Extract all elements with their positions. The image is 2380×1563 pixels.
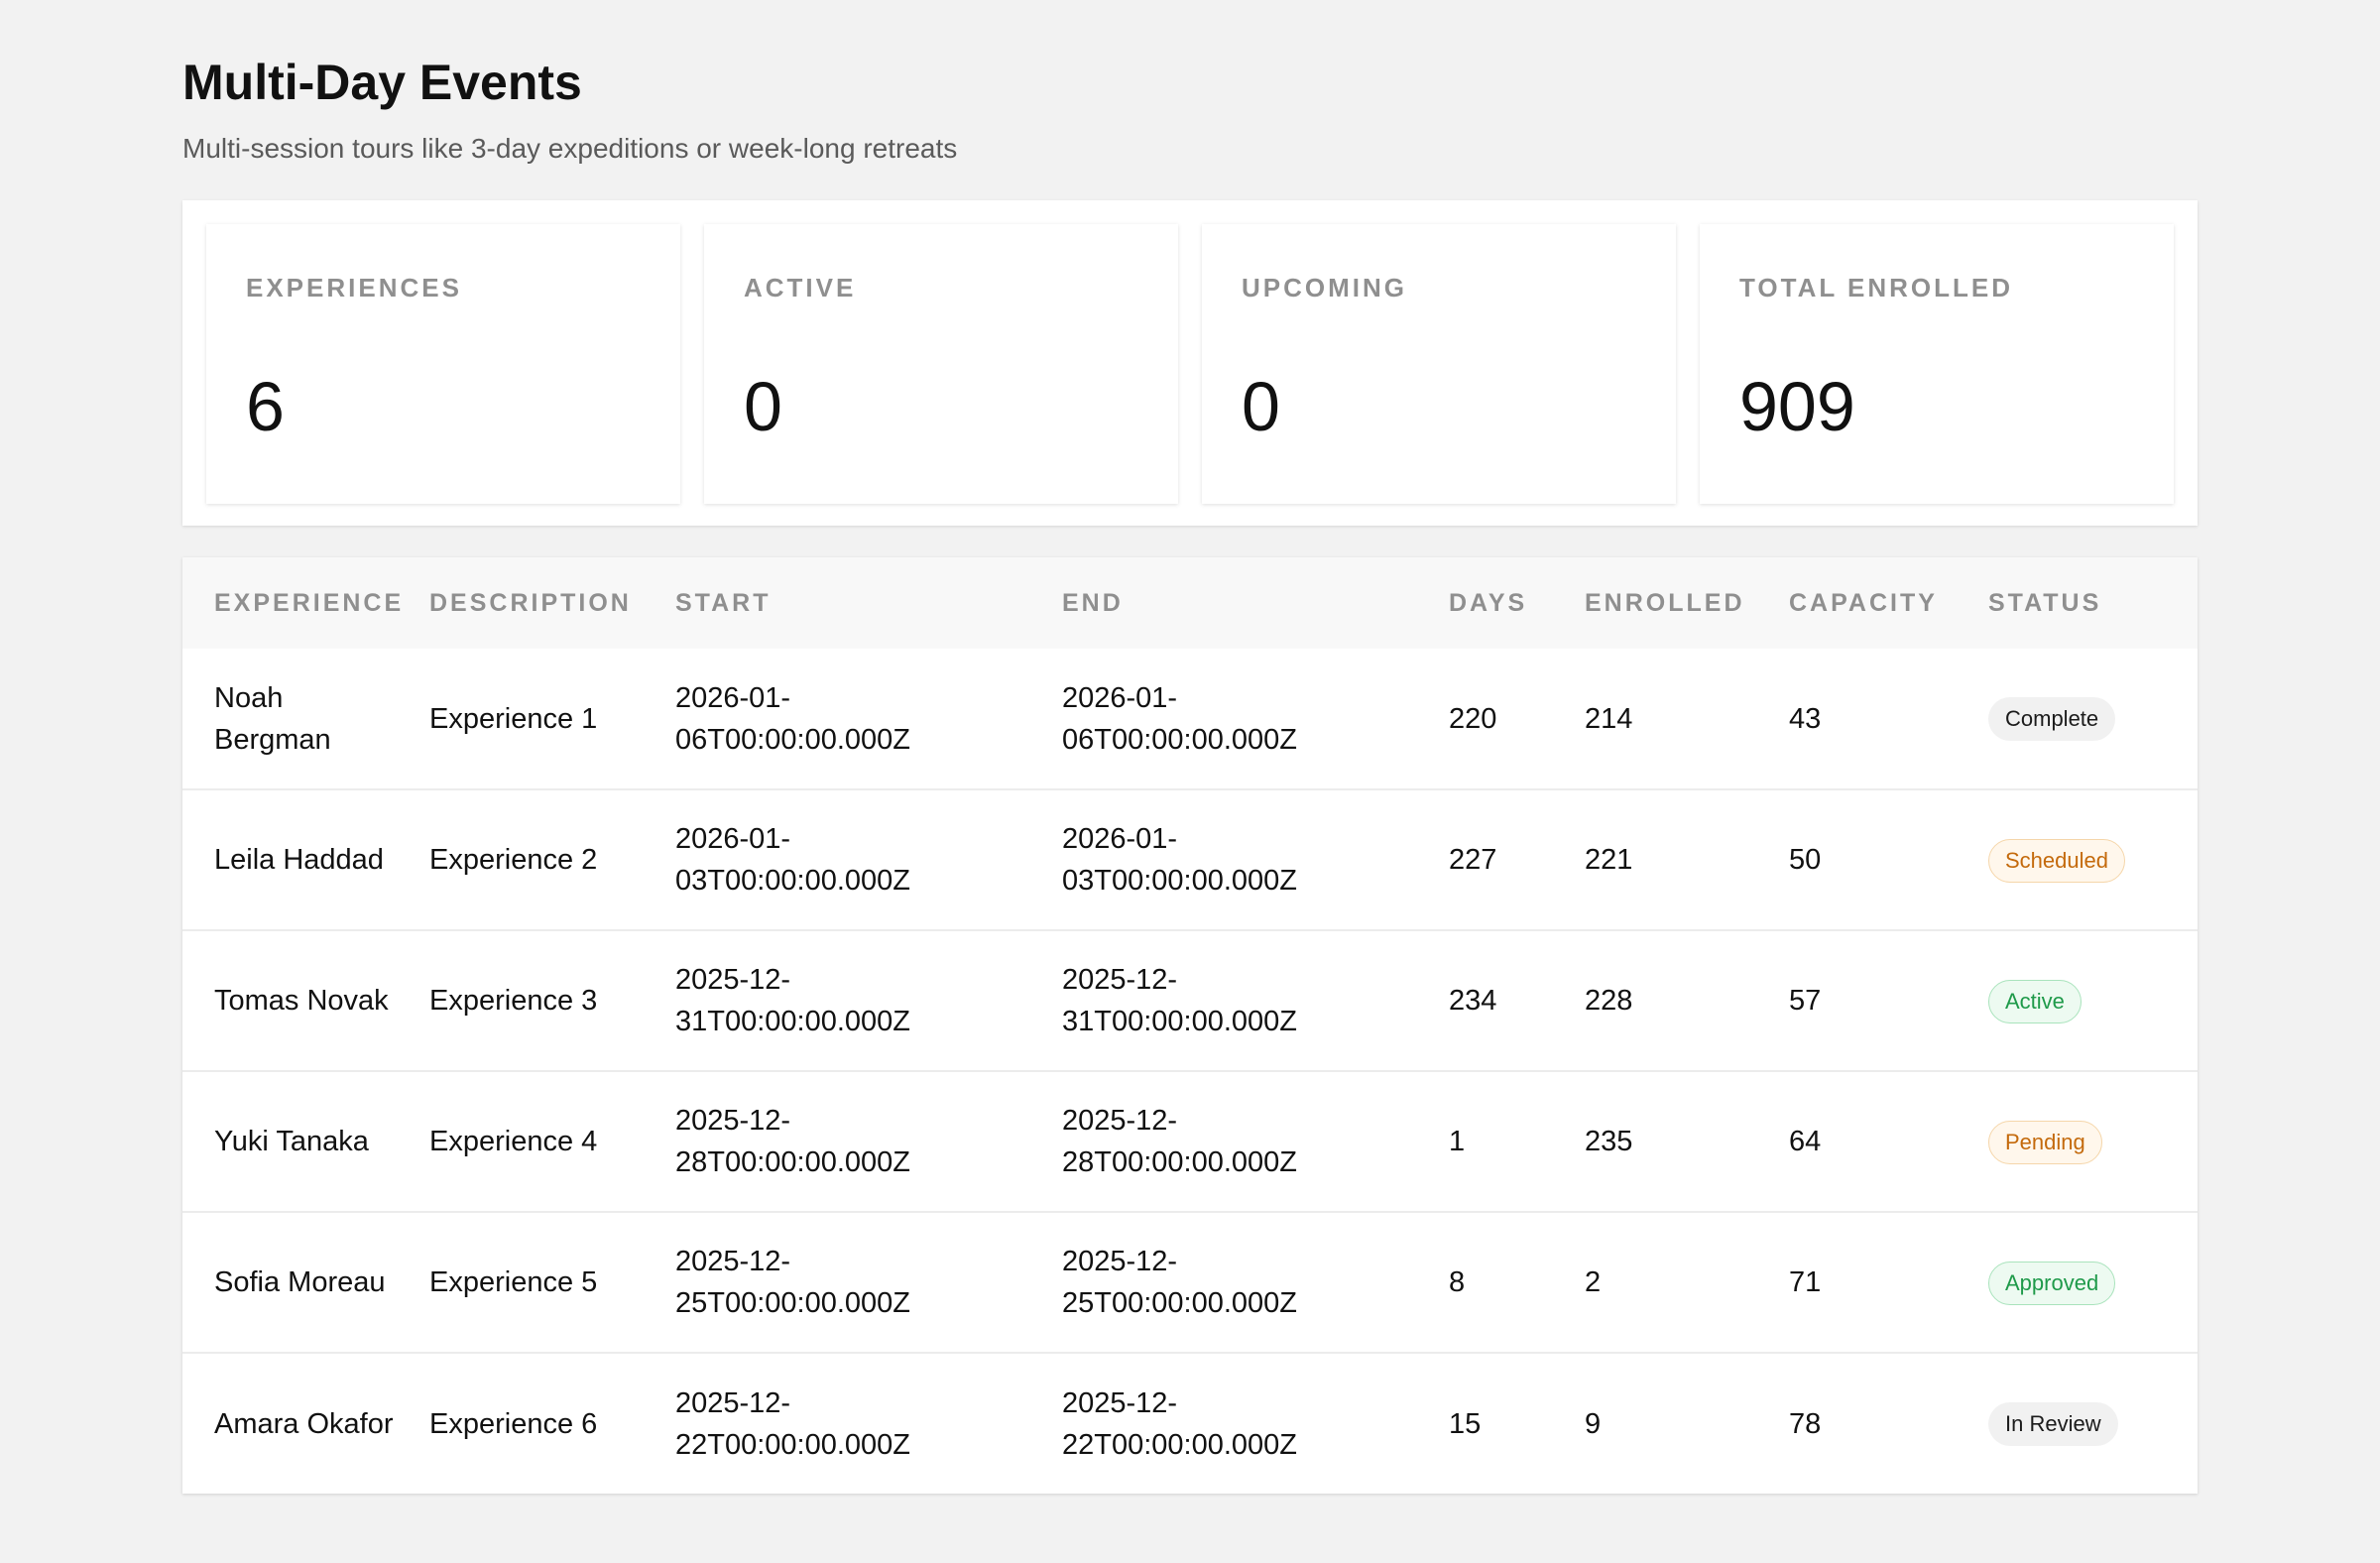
end-cell: 2025-12-25T00:00:00.000Z xyxy=(1062,1246,1298,1319)
end-cell: 2025-12-28T00:00:00.000Z xyxy=(1062,1105,1298,1178)
end-cell: 2025-12-31T00:00:00.000Z xyxy=(1062,964,1298,1037)
start-cell: 2025-12-25T00:00:00.000Z xyxy=(675,1246,911,1319)
enrolled-cell: 9 xyxy=(1585,1407,1602,1440)
table-row[interactable]: Yuki Tanaka Experience 4 2025-12-28T00:0… xyxy=(182,1071,2198,1212)
column-header-enrolled[interactable]: ENROLLED xyxy=(1553,557,1757,649)
column-header-end[interactable]: END xyxy=(1030,557,1417,649)
stat-value: 0 xyxy=(744,368,782,445)
start-cell: 2025-12-31T00:00:00.000Z xyxy=(675,964,911,1037)
start-cell: 2025-12-28T00:00:00.000Z xyxy=(675,1105,911,1178)
column-header-experience[interactable]: EXPERIENCE xyxy=(182,557,401,649)
capacity-cell: 43 xyxy=(1789,702,1822,735)
column-header-start[interactable]: START xyxy=(644,557,1030,649)
experience-cell: Noah Bergman xyxy=(214,681,331,756)
stat-value: 909 xyxy=(1739,368,1855,445)
experience-cell: Amara Okafor xyxy=(214,1407,394,1440)
stat-value: 6 xyxy=(246,368,285,445)
status-badge: Approved xyxy=(1988,1261,2116,1305)
days-cell: 227 xyxy=(1449,844,1497,876)
column-header-days[interactable]: DAYS xyxy=(1417,557,1553,649)
page-title: Multi-Day Events xyxy=(182,55,582,110)
enrolled-cell: 2 xyxy=(1585,1266,1602,1298)
description-cell: Experience 4 xyxy=(429,1126,598,1157)
end-cell: 2025-12-22T00:00:00.000Z xyxy=(1062,1386,1298,1461)
start-cell: 2026-01-03T00:00:00.000Z xyxy=(675,823,911,897)
status-badge: In Review xyxy=(1988,1402,2118,1446)
table-row[interactable]: Tomas Novak Experience 3 2025-12-31T00:0… xyxy=(182,930,2198,1071)
capacity-cell: 57 xyxy=(1789,985,1822,1017)
experience-cell: Tomas Novak xyxy=(214,985,389,1017)
stat-label: TOTAL ENROLLED xyxy=(1739,273,2013,302)
status-cell: In Review xyxy=(1957,1353,2198,1494)
stats-panel: EXPERIENCES 6 ACTIVE 0 UPCOMING 0 TOTAL … xyxy=(182,200,2198,526)
status-cell: Scheduled xyxy=(1957,789,2198,930)
table-row[interactable]: Amara Okafor Experience 6 2025-12-22T00:… xyxy=(182,1353,2198,1494)
column-header-description[interactable]: DESCRIPTION xyxy=(398,557,644,649)
description-cell: Experience 5 xyxy=(429,1266,598,1298)
stat-label: ACTIVE xyxy=(744,273,857,302)
table-row[interactable]: Noah Bergman Experience 1 2026-01-06T00:… xyxy=(182,649,2198,789)
end-cell: 2026-01-06T00:00:00.000Z xyxy=(1062,681,1298,756)
stat-card-experiences: EXPERIENCES 6 xyxy=(206,224,680,504)
capacity-cell: 64 xyxy=(1789,1126,1822,1157)
stat-card-upcoming: UPCOMING 0 xyxy=(1202,224,1676,504)
enrolled-cell: 221 xyxy=(1585,844,1633,876)
description-cell: Experience 6 xyxy=(429,1407,598,1440)
status-cell: Complete xyxy=(1957,649,2198,789)
days-cell: 220 xyxy=(1449,702,1497,735)
capacity-cell: 78 xyxy=(1789,1407,1822,1440)
stat-label: EXPERIENCES xyxy=(246,273,462,302)
start-cell: 2026-01-06T00:00:00.000Z xyxy=(675,681,911,756)
start-cell: 2025-12-22T00:00:00.000Z xyxy=(675,1386,911,1461)
status-badge: Pending xyxy=(1988,1120,2102,1164)
days-cell: 15 xyxy=(1449,1407,1482,1440)
description-cell: Experience 3 xyxy=(429,985,598,1017)
status-cell: Approved xyxy=(1957,1212,2198,1353)
days-cell: 234 xyxy=(1449,985,1497,1017)
status-cell: Pending xyxy=(1957,1071,2198,1212)
status-badge: Complete xyxy=(1988,697,2116,741)
enrolled-cell: 235 xyxy=(1585,1126,1633,1157)
experience-cell: Yuki Tanaka xyxy=(214,1126,369,1157)
column-header-status[interactable]: STATUS xyxy=(1957,557,2198,649)
stat-value: 0 xyxy=(1242,368,1280,445)
table-row[interactable]: Sofia Moreau Experience 5 2025-12-25T00:… xyxy=(182,1212,2198,1353)
status-badge: Scheduled xyxy=(1988,838,2125,883)
table-header-row: EXPERIENCE DESCRIPTION START END DAYS EN… xyxy=(182,557,2198,649)
enrolled-cell: 214 xyxy=(1585,702,1633,735)
description-cell: Experience 1 xyxy=(429,702,598,735)
experience-cell: Leila Haddad xyxy=(214,844,384,876)
page-subtitle: Multi-session tours like 3-day expeditio… xyxy=(182,133,958,164)
end-cell: 2026-01-03T00:00:00.000Z xyxy=(1062,823,1298,897)
table-row[interactable]: Leila Haddad Experience 2 2026-01-03T00:… xyxy=(182,789,2198,930)
days-cell: 1 xyxy=(1449,1126,1466,1157)
events-table-panel: EXPERIENCE DESCRIPTION START END DAYS EN… xyxy=(182,557,2198,1494)
experience-cell: Sofia Moreau xyxy=(214,1266,386,1298)
column-header-capacity[interactable]: CAPACITY xyxy=(1757,557,1957,649)
stat-label: UPCOMING xyxy=(1242,273,1407,302)
capacity-cell: 50 xyxy=(1789,844,1822,876)
events-table: EXPERIENCE DESCRIPTION START END DAYS EN… xyxy=(182,557,2198,1494)
stat-card-active: ACTIVE 0 xyxy=(704,224,1178,504)
description-cell: Experience 2 xyxy=(429,844,598,876)
stat-card-total-enrolled: TOTAL ENROLLED 909 xyxy=(1700,224,2174,504)
enrolled-cell: 228 xyxy=(1585,985,1633,1017)
status-badge: Active xyxy=(1988,979,2082,1023)
status-cell: Active xyxy=(1957,930,2198,1071)
capacity-cell: 71 xyxy=(1789,1266,1822,1298)
days-cell: 8 xyxy=(1449,1266,1466,1298)
